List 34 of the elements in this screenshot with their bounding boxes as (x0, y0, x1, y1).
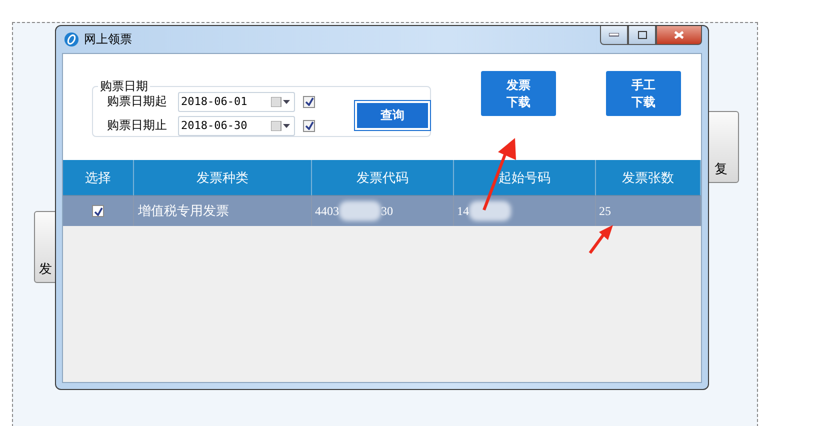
column-header: 发票张数 (596, 160, 701, 196)
calendar-dropdown-icon (271, 96, 291, 106)
query-button[interactable]: 查询 (355, 101, 430, 130)
redaction-blur (469, 201, 511, 221)
redaction-blur (339, 201, 381, 221)
field-label: 购票日期止 (107, 117, 168, 134)
checkbox[interactable] (303, 96, 315, 108)
table-cell: 25 (599, 204, 611, 218)
table-cell: 14 (457, 204, 469, 218)
minimize-button[interactable] (600, 26, 628, 45)
table-cell: 4403 (315, 204, 339, 218)
download-button[interactable]: 发票 下载 (481, 71, 556, 116)
column-header: 起始号码 (454, 160, 596, 196)
calendar-dropdown-icon (271, 120, 291, 130)
minimize-icon (609, 33, 619, 37)
download-button[interactable]: 手工 下载 (606, 71, 681, 116)
column-header: 选择 (63, 160, 134, 196)
maximize-button[interactable] (628, 26, 656, 45)
close-icon (674, 31, 684, 39)
table-cell-text: 增值税专用发票 (138, 203, 229, 220)
annotation-arrow (588, 224, 614, 254)
table-cell: 30 (381, 204, 393, 218)
column-header: 发票种类 (134, 160, 312, 196)
column-header: 发票代码 (312, 160, 454, 196)
date-field[interactable]: 2018-06-30 (178, 116, 295, 136)
checkbox[interactable] (303, 120, 315, 132)
group-legend: 购票日期 (98, 78, 150, 95)
maximize-icon (638, 31, 646, 39)
close-button[interactable] (656, 26, 702, 45)
window-title: 网上领票 (84, 31, 132, 48)
app-logo-icon (64, 32, 79, 47)
checkbox[interactable] (92, 205, 104, 217)
date-field[interactable]: 2018-06-01 (178, 92, 295, 112)
field-label: 购票日期起 (107, 93, 168, 110)
